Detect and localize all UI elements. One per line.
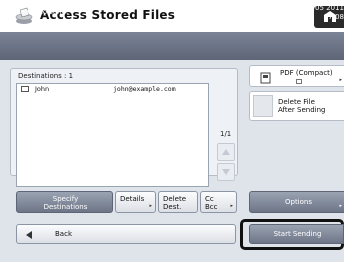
destination-name: John xyxy=(35,85,50,93)
details-label: Details xyxy=(120,195,145,203)
status-bar xyxy=(0,32,344,60)
delete-dest-line1: Delete xyxy=(163,195,186,203)
specify-line2: Destinations xyxy=(43,203,88,211)
delete-destination-button[interactable]: Delete Dest. xyxy=(158,191,198,213)
specify-line1: Specify xyxy=(52,195,79,203)
cc-line2: Bcc xyxy=(205,203,218,211)
triangle-down-icon xyxy=(222,169,230,175)
details-button[interactable]: Details ▸ xyxy=(115,191,156,213)
file-format-button[interactable]: PDF (Compact) ▸ xyxy=(249,65,344,87)
status-time: 17:08 xyxy=(323,13,344,21)
send-arrow-icon xyxy=(5,9,13,15)
destination-email: john@example.com xyxy=(113,85,176,93)
delete-dest-label: Delete Dest. xyxy=(163,195,186,211)
start-sending-label: Start Sending xyxy=(273,230,322,238)
destination-list[interactable] xyxy=(16,83,209,187)
page-indicator: 1/1 xyxy=(220,130,232,138)
cc-bcc-label: Cc Bcc xyxy=(205,195,218,211)
status-datetime: 19/05 2011 17:08 xyxy=(304,4,344,22)
delete-dest-line2: Dest. xyxy=(163,203,182,211)
scroll-down-button[interactable] xyxy=(217,163,235,181)
back-button[interactable]: Back xyxy=(16,224,236,244)
triangle-up-icon xyxy=(222,149,230,155)
person-icon xyxy=(21,86,29,92)
delete-file-label: Delete File After Sending xyxy=(278,98,326,114)
back-arrow-icon xyxy=(26,231,32,239)
specify-destinations-button[interactable]: Specify Destinations xyxy=(16,191,113,213)
submenu-arrow-icon: ▸ xyxy=(339,77,342,83)
file-format-label: PDF (Compact) xyxy=(280,69,333,77)
status-date: 19/05 2011 xyxy=(303,4,344,12)
submenu-arrow-icon: ▸ xyxy=(149,203,152,209)
toggle-indicator xyxy=(253,95,273,117)
delete-file-line1: Delete File xyxy=(278,98,315,106)
destinations-count: Destinations : 1 xyxy=(18,72,74,80)
start-sending-button[interactable]: Start Sending xyxy=(249,224,344,244)
submenu-arrow-icon: ▸ xyxy=(339,203,342,209)
delete-file-line2: After Sending xyxy=(278,106,326,114)
submenu-arrow-icon: ▸ xyxy=(230,203,233,209)
specify-destinations-label: Specify Destinations xyxy=(17,195,114,211)
list-item[interactable]: John john@example.com xyxy=(17,84,208,94)
cc-bcc-button[interactable]: Cc Bcc ▸ xyxy=(200,191,237,213)
small-page-icon xyxy=(296,79,302,84)
scroll-up-button[interactable] xyxy=(217,143,235,161)
cc-line1: Cc xyxy=(205,195,214,203)
options-button[interactable]: Options ▸ xyxy=(249,191,344,213)
options-label: Options xyxy=(284,198,312,206)
status-message: Ready to send. xyxy=(16,8,69,16)
delete-file-after-sending-toggle[interactable]: Delete File After Sending xyxy=(249,91,344,121)
document-icon xyxy=(260,72,271,84)
back-label: Back xyxy=(55,230,72,238)
